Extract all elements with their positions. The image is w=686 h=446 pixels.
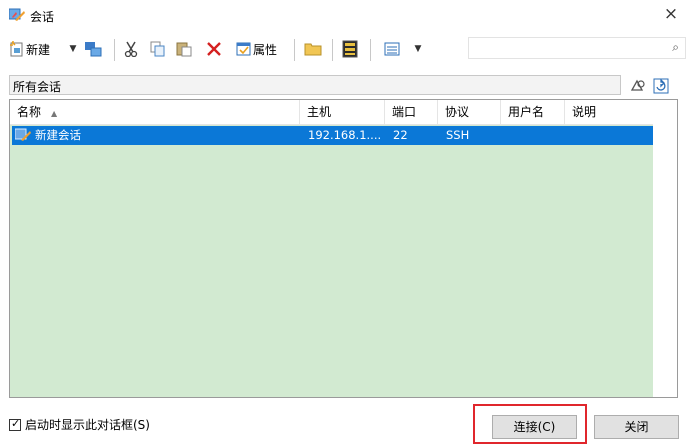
search-icon: ⌕ bbox=[672, 40, 679, 54]
title-bar: 会话 × bbox=[0, 0, 686, 32]
properties-label: 属性 bbox=[253, 42, 278, 57]
folder-button[interactable] bbox=[304, 38, 322, 60]
check-mark-icon: ✓ bbox=[11, 416, 21, 430]
cell-protocol: SSH bbox=[446, 128, 470, 142]
view-list-button[interactable] bbox=[384, 38, 400, 60]
cell-port: 22 bbox=[393, 128, 408, 142]
window-title: 会话 bbox=[30, 10, 55, 24]
new-session-label: 新建 bbox=[26, 42, 51, 57]
reload-icon bbox=[630, 79, 645, 91]
column-header-row: 名称 ▲ 主机 端口 协议 用户名 说明 bbox=[10, 100, 653, 125]
folder-icon bbox=[304, 43, 322, 56]
delete-icon bbox=[207, 42, 221, 56]
terminal-icon bbox=[342, 40, 358, 58]
session-list[interactable]: 名称 ▲ 主机 端口 协议 用户名 说明 新建会话 192.168.1.... 2… bbox=[9, 99, 678, 398]
column-header-description[interactable]: 说明 bbox=[565, 100, 653, 125]
close-icon[interactable]: × bbox=[660, 3, 682, 25]
startup-checkbox-label: 启动时显示此对话框(S) bbox=[25, 418, 150, 432]
column-header-host[interactable]: 主机 bbox=[300, 100, 385, 125]
refresh-icon bbox=[653, 78, 669, 94]
terminal-button[interactable] bbox=[342, 38, 358, 60]
toolbar-separator bbox=[332, 39, 333, 61]
toolbar-separator bbox=[370, 39, 371, 61]
column-header-name[interactable]: 名称 ▲ bbox=[10, 100, 300, 125]
view-list-icon bbox=[384, 42, 400, 56]
connect-button[interactable]: 连接(C) bbox=[492, 415, 577, 439]
table-row[interactable]: 新建会话 192.168.1.... 22 SSH bbox=[12, 126, 653, 145]
startup-checkbox[interactable]: ✓ 启动时显示此对话框(S) bbox=[9, 416, 150, 433]
delete-button[interactable] bbox=[206, 38, 222, 60]
column-header-user[interactable]: 用户名 bbox=[501, 100, 565, 125]
dropdown-caret-icon[interactable]: ▼ bbox=[68, 42, 78, 56]
session-app-icon bbox=[9, 8, 25, 21]
properties-button[interactable]: 属性 bbox=[236, 38, 277, 60]
transfer-button[interactable] bbox=[84, 38, 102, 60]
paste-button[interactable] bbox=[176, 38, 192, 60]
checkbox-box[interactable]: ✓ bbox=[9, 416, 21, 431]
toolbar-separator bbox=[294, 39, 295, 61]
copy-icon bbox=[150, 41, 165, 57]
refresh-button[interactable] bbox=[653, 78, 671, 94]
cell-host: 192.168.1.... bbox=[308, 128, 382, 142]
close-button[interactable]: 关闭 bbox=[594, 415, 679, 439]
cut-button[interactable] bbox=[124, 38, 138, 60]
cut-icon bbox=[124, 41, 138, 57]
sort-ascending-icon: ▲ bbox=[51, 109, 58, 118]
properties-icon bbox=[236, 42, 251, 56]
cell-name: 新建会话 bbox=[35, 128, 81, 142]
dropdown-caret-icon[interactable]: ▼ bbox=[413, 42, 423, 56]
reload-button[interactable] bbox=[628, 78, 646, 94]
new-session-button[interactable]: 新建 bbox=[9, 38, 50, 60]
transfer-icon bbox=[85, 42, 102, 57]
new-session-icon bbox=[10, 41, 23, 57]
session-path-bar: 所有会话 bbox=[9, 75, 621, 95]
cell-description bbox=[568, 126, 653, 145]
column-header-port[interactable]: 端口 bbox=[385, 100, 438, 125]
paste-icon bbox=[176, 42, 192, 57]
column-header-protocol[interactable]: 协议 bbox=[438, 100, 501, 125]
cell-user bbox=[504, 126, 567, 145]
search-input[interactable]: ⌕ bbox=[468, 37, 686, 59]
copy-button[interactable] bbox=[150, 38, 166, 60]
path-label: 所有会话 bbox=[13, 80, 62, 94]
toolbar-separator bbox=[114, 39, 115, 61]
session-icon bbox=[15, 128, 31, 141]
